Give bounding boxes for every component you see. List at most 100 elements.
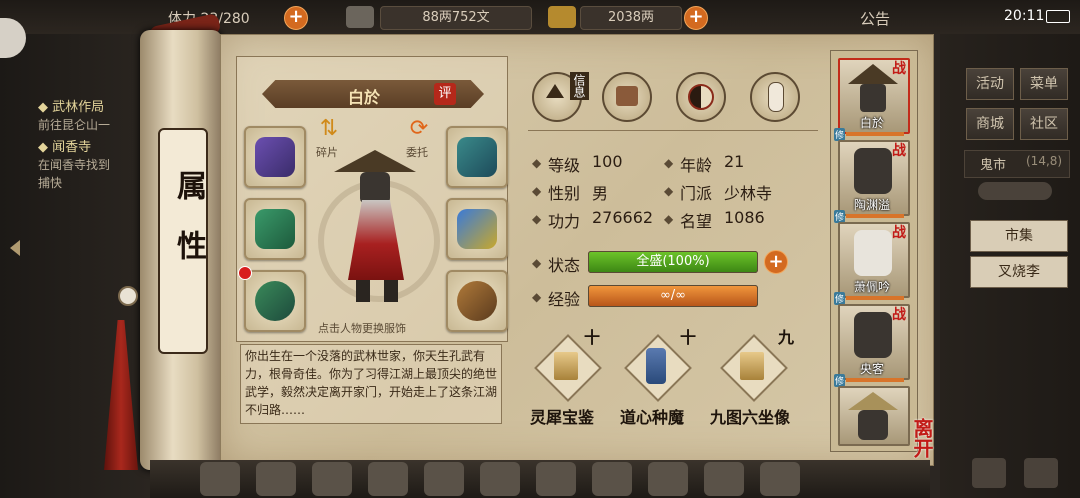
battery-icon (1046, 10, 1070, 23)
battle-tag-1: 战 (892, 61, 906, 77)
scroll-book-icon (646, 348, 666, 384)
stat-value-level: 100 (592, 152, 623, 171)
toolbar-icon-4[interactable] (368, 462, 408, 496)
scroll-title-text: 属性 (171, 170, 206, 290)
npc-label: 叉烧李 (998, 264, 1040, 280)
rate-badge[interactable]: 评 (434, 83, 456, 105)
toolbar-icon-5[interactable] (424, 462, 464, 496)
experience-label: 经验 (548, 290, 581, 309)
portrait-hat (848, 392, 898, 410)
quest-title-2[interactable]: ◆ 闻香寺 (38, 136, 91, 155)
collapse-arrow-icon[interactable] (10, 240, 20, 256)
stat-label-sect: 门派 (680, 184, 713, 203)
stat-label-fame: 名望 (680, 212, 713, 231)
toolbar-icon-6[interactable] (480, 462, 520, 496)
gold-amount: 2038两 (580, 6, 682, 30)
fragment-arrow-icon[interactable]: ⇅ (316, 118, 342, 140)
portrait-face (854, 230, 892, 276)
quest-title-1[interactable]: ◆ 武林作局 (38, 96, 104, 115)
bottom-right-button-1[interactable] (972, 458, 1006, 488)
book-count-3: 九 (778, 328, 795, 347)
market-label: 市集 (1005, 228, 1033, 244)
tab-martial[interactable] (750, 72, 800, 122)
restore-status-button[interactable]: + (764, 250, 788, 274)
stat-label-level: 等级 (548, 156, 581, 175)
npc-button[interactable]: 叉烧李 (970, 256, 1068, 288)
book-name-3: 九图六坐像 (710, 408, 791, 427)
roster-card-5[interactable] (838, 386, 910, 446)
tassel-bead (118, 286, 138, 306)
stat-value-fame: 1086 (724, 208, 765, 227)
battle-tag-2: 战 (892, 143, 906, 159)
toolbar-icon-9[interactable] (648, 462, 688, 496)
equip-slot-gloves[interactable] (244, 198, 306, 260)
toolbar-icon-3[interactable] (312, 462, 352, 496)
portrait-face (854, 148, 892, 194)
book-slot-3[interactable] (720, 334, 788, 402)
stat-bullet: ◆ (532, 156, 542, 170)
equip-slot-head[interactable] (244, 126, 306, 188)
equip-slot-ring[interactable] (244, 270, 306, 332)
add-stamina-button[interactable]: + (284, 6, 308, 30)
book-bag-icon (616, 86, 638, 106)
activity-button[interactable]: 活动 (966, 68, 1014, 100)
bagua-icon (688, 84, 714, 110)
stat-value-sect: 少林寺 (724, 184, 773, 203)
fragment-label: 碎片 (316, 146, 338, 159)
stat-bullet: ◆ (664, 156, 674, 170)
equip-slot-mount[interactable] (446, 126, 508, 188)
quest-desc-2b: 捕快 (38, 176, 63, 190)
shop-button[interactable]: 商城 (966, 108, 1014, 140)
character-leg-right (384, 280, 398, 302)
roster-bar-1 (846, 132, 904, 136)
roster-bar-4 (846, 378, 904, 382)
status-bar: 全盛(100%) (588, 251, 758, 273)
ghost-market-label: 鬼市 (980, 158, 1007, 173)
book-count-2: 十 (680, 328, 697, 347)
character-head[interactable] (360, 172, 390, 204)
roster-name-1: 白於 (860, 116, 885, 130)
martial-book-icon (740, 352, 764, 380)
toolbar-icon-7[interactable] (536, 462, 576, 496)
experience-bar: ∞/∞ (588, 285, 758, 307)
toggle-switch[interactable] (978, 182, 1052, 200)
tab-bag[interactable] (602, 72, 652, 122)
status-label: 状态 (548, 256, 581, 275)
toolbar-icon-8[interactable] (592, 462, 632, 496)
book-slot-2[interactable] (624, 334, 692, 402)
equip-slot-accessory[interactable] (446, 270, 508, 332)
toolbar-icon-1[interactable] (200, 462, 240, 496)
bottom-right-button-2[interactable] (1024, 458, 1058, 488)
tab-bagua[interactable] (676, 72, 726, 122)
community-button[interactable]: 社区 (1020, 108, 1068, 140)
roster-name-2: 陶渊溢 (854, 198, 891, 212)
notice-button[interactable]: 公告 (860, 8, 890, 29)
stat-bullet: ◆ (532, 256, 542, 270)
stat-bullet: ◆ (664, 184, 674, 198)
portrait-face (858, 410, 888, 440)
portrait-hat (848, 64, 898, 84)
stat-bullet: ◆ (532, 290, 542, 304)
stat-bullet: ◆ (664, 212, 674, 226)
equip-slot-armor[interactable] (446, 198, 508, 260)
menu-button[interactable]: 菜单 (1020, 68, 1068, 100)
stat-value-gender: 男 (592, 184, 609, 203)
toolbar-icon-2[interactable] (256, 462, 296, 496)
character-leg-left (356, 280, 370, 302)
tab-info-label: 信息 (570, 72, 589, 100)
add-gold-button[interactable]: + (684, 6, 708, 30)
toolbar-icon-11[interactable] (760, 462, 800, 496)
quest-desc-1: 前往昆仑山一 (38, 118, 111, 132)
entrust-cycle-icon[interactable]: ⟳ (406, 118, 432, 140)
market-button[interactable]: 市集 (970, 220, 1068, 252)
book-count-1: 十 (584, 328, 601, 347)
martial-figure-icon (768, 82, 784, 112)
stat-value-age: 21 (724, 152, 745, 171)
roster-name-4: 央客 (860, 362, 885, 376)
toolbar-icon-10[interactable] (704, 462, 744, 496)
stat-bullet: ◆ (532, 184, 542, 198)
leave-button[interactable]: 离开 (910, 418, 934, 458)
change-outfit-hint[interactable]: 点击人物更换服饰 (318, 320, 406, 336)
stat-bullet: ◆ (532, 212, 542, 226)
ghost-market-coords: (14,8) (1026, 154, 1063, 168)
